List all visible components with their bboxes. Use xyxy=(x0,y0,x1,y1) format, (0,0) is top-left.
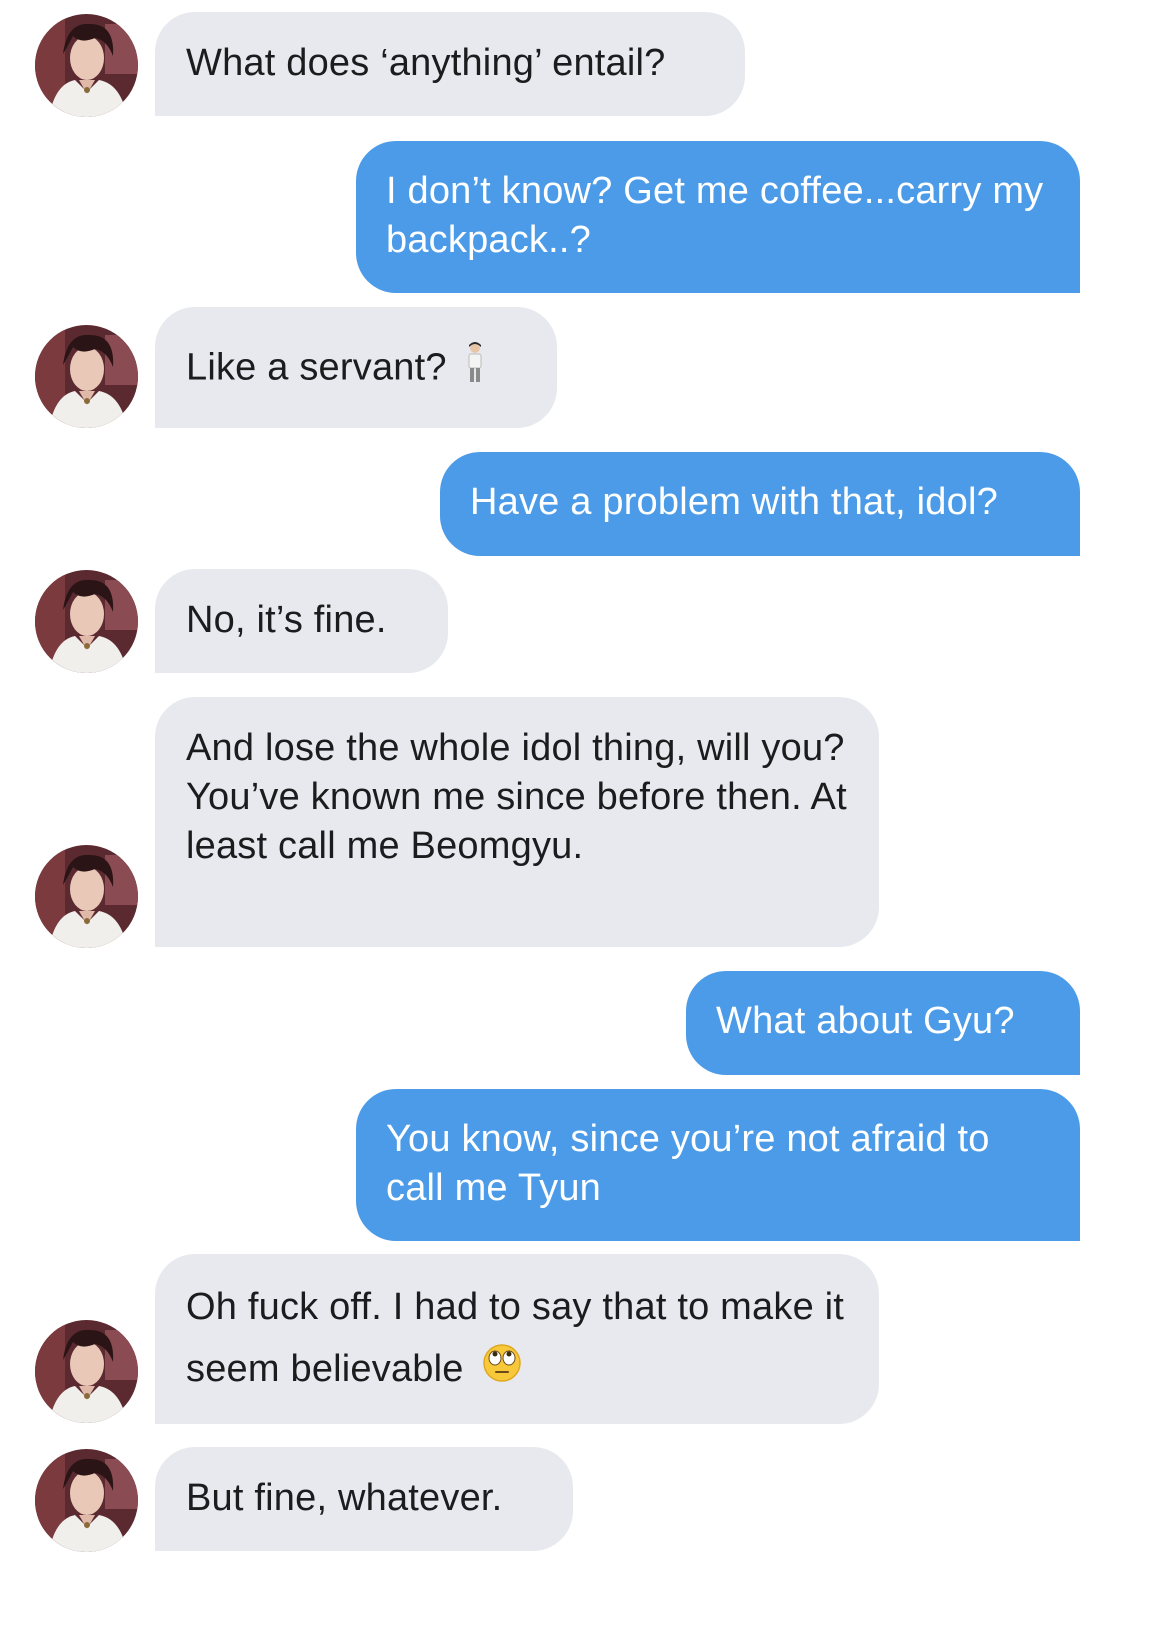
contact-avatar[interactable] xyxy=(35,1449,138,1552)
outgoing-message-bubble[interactable]: Have a problem with that, idol? xyxy=(440,452,1080,556)
incoming-message-bubble[interactable]: Like a servant? xyxy=(155,307,557,428)
avatar-image xyxy=(35,325,138,428)
incoming-message-bubble[interactable]: Oh fuck off. I had to say that to make i… xyxy=(155,1254,879,1424)
incoming-message-bubble[interactable]: But fine, whatever. xyxy=(155,1447,573,1551)
eye-roll-face-icon xyxy=(482,1340,522,1402)
contact-avatar[interactable] xyxy=(35,14,138,117)
outgoing-message-bubble[interactable]: You know, since you’re not afraid to cal… xyxy=(356,1089,1080,1241)
incoming-message-bubble[interactable]: What does ‘anything’ entail? xyxy=(155,12,745,116)
outgoing-message-bubble[interactable]: I don’t know? Get me coffee...carry my b… xyxy=(356,141,1080,293)
avatar-image xyxy=(35,1320,138,1423)
contact-avatar[interactable] xyxy=(35,325,138,428)
outgoing-message-bubble[interactable]: What about Gyu? xyxy=(686,971,1080,1075)
message-text: Have a problem with that, idol? xyxy=(470,481,998,523)
incoming-message-bubble[interactable]: And lose the whole idol thing, will you?… xyxy=(155,697,879,947)
contact-avatar[interactable] xyxy=(35,1320,138,1423)
avatar-image xyxy=(35,570,138,673)
contact-avatar[interactable] xyxy=(35,845,138,948)
person-standing-icon xyxy=(465,342,485,397)
message-text: What about Gyu? xyxy=(716,1000,1015,1042)
message-text: You know, since you’re not afraid to cal… xyxy=(386,1118,990,1209)
incoming-message-bubble[interactable]: No, it’s fine. xyxy=(155,569,448,673)
message-text: I don’t know? Get me coffee...carry my b… xyxy=(386,170,1044,261)
message-text: But fine, whatever. xyxy=(186,1477,503,1519)
contact-avatar[interactable] xyxy=(35,570,138,673)
avatar-image xyxy=(35,1449,138,1552)
avatar-image xyxy=(35,14,138,117)
message-text: No, it’s fine. xyxy=(186,599,387,641)
message-text: What does ‘anything’ entail? xyxy=(186,42,666,84)
message-text: And lose the whole idol thing, will you?… xyxy=(186,727,847,867)
avatar-image xyxy=(35,845,138,948)
message-text: Like a servant? xyxy=(186,346,447,389)
